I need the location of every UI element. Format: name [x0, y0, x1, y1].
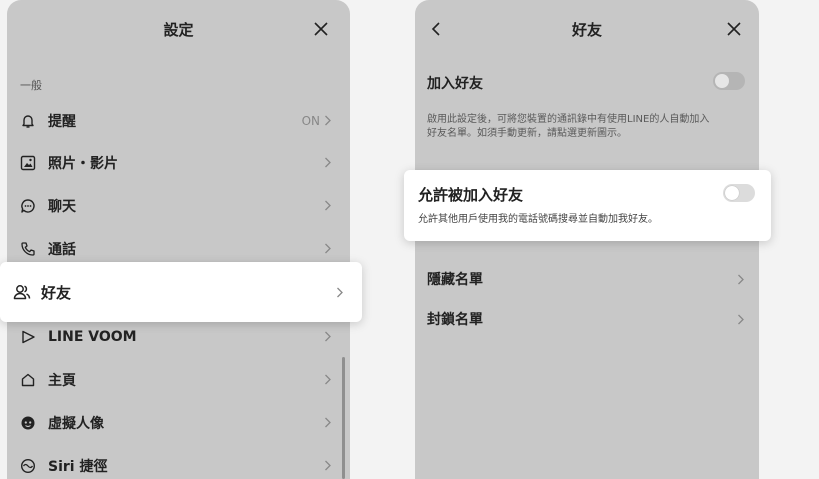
- chevron-right-icon: [325, 157, 331, 168]
- friends-icon: [13, 283, 31, 301]
- settings-item-label: 好友: [41, 283, 72, 302]
- toggle-knob: [715, 74, 729, 88]
- settings-item-friends[interactable]: 好友: [0, 262, 362, 322]
- settings-item-home[interactable]: 主頁: [7, 358, 350, 401]
- chevron-right-icon: [325, 200, 331, 211]
- home-icon: [20, 372, 36, 388]
- settings-title: 設定: [163, 20, 194, 39]
- chevron-right-icon: [325, 243, 331, 254]
- settings-item-label: 虛擬人像: [48, 415, 104, 432]
- add-friends-title: 加入好友: [427, 76, 483, 92]
- allow-added-title: 允許被加入好友: [418, 186, 524, 204]
- stage: 設定 一般 提醒 ON 照片・影片 聊天 通話 LINE VOOM 主頁 虛擬人…: [0, 0, 819, 479]
- avatar-icon: [20, 415, 36, 431]
- settings-item-label: LINE VOOM: [48, 328, 137, 345]
- settings-item-label: 主頁: [48, 372, 76, 389]
- settings-item-notifications[interactable]: 提醒 ON: [7, 99, 350, 142]
- settings-panel: 設定 一般 提醒 ON 照片・影片 聊天 通話 LINE VOOM 主頁 虛擬人…: [7, 0, 350, 479]
- chevron-right-icon: [738, 314, 744, 324]
- add-friends-toggle[interactable]: [713, 72, 745, 90]
- allow-added-description: 允許其他用戶使用我的電話號碼搜尋並自動加我好友。: [418, 214, 658, 225]
- settings-item-label: 照片・影片: [48, 155, 118, 172]
- settings-item-photos-videos[interactable]: 照片・影片: [7, 141, 350, 184]
- siri-icon: [20, 458, 36, 474]
- settings-item-label: 提醒: [48, 113, 76, 130]
- chevron-right-icon: [325, 374, 331, 385]
- settings-item-avatar[interactable]: 虛擬人像: [7, 401, 350, 444]
- settings-item-label: 聊天: [48, 198, 76, 215]
- blocked-list-row[interactable]: 封鎖名單: [415, 299, 759, 339]
- close-icon: [727, 22, 741, 36]
- close-button[interactable]: [308, 16, 334, 42]
- friends-header: 好友: [415, 0, 759, 58]
- chat-icon: [20, 198, 36, 214]
- blocked-list-label: 封鎖名單: [427, 312, 483, 328]
- chevron-right-icon: [325, 115, 331, 126]
- chevron-right-icon: [325, 331, 331, 342]
- chevron-right-icon: [337, 287, 343, 297]
- settings-item-siri-shortcuts[interactable]: Siri 捷徑: [7, 444, 350, 479]
- add-friends-description: 啟用此設定後，可將您裝置的通訊錄中有使用LINE的人自動加入 好友名單。如須手動…: [427, 113, 749, 141]
- voom-icon: [20, 329, 36, 345]
- chevron-right-icon: [325, 417, 331, 428]
- status-text: ON: [301, 113, 320, 128]
- photo-icon: [20, 155, 36, 171]
- chevron-right-icon: [325, 460, 331, 471]
- allow-added-card: 允許被加入好友 允許其他用戶使用我的電話號碼搜尋並自動加我好友。: [404, 170, 771, 241]
- allow-added-toggle[interactable]: [723, 184, 755, 202]
- settings-item-label: 通話: [48, 241, 76, 258]
- phone-icon: [20, 241, 36, 257]
- back-button[interactable]: [423, 16, 449, 42]
- hidden-list-row[interactable]: 隱藏名單: [415, 259, 759, 299]
- add-friends-description-line1: 啟用此設定後，可將您裝置的通訊錄中有使用LINE的人自動加入: [427, 114, 710, 125]
- friends-title: 好友: [571, 20, 602, 39]
- hidden-list-label: 隱藏名單: [427, 272, 483, 288]
- scrollbar[interactable]: [342, 357, 345, 479]
- close-icon: [314, 22, 328, 36]
- settings-header: 設定: [7, 0, 350, 58]
- settings-item-chat[interactable]: 聊天: [7, 184, 350, 227]
- close-button[interactable]: [721, 16, 747, 42]
- settings-item-label: Siri 捷徑: [48, 458, 108, 475]
- toggle-knob: [725, 186, 739, 200]
- bell-icon: [20, 113, 36, 129]
- chevron-left-icon: [431, 22, 440, 36]
- section-label-general: 一般: [20, 79, 42, 92]
- chevron-right-icon: [738, 274, 744, 284]
- add-friends-description-line2: 好友名單。如須手動更新，請點選更新圖示。: [427, 128, 627, 139]
